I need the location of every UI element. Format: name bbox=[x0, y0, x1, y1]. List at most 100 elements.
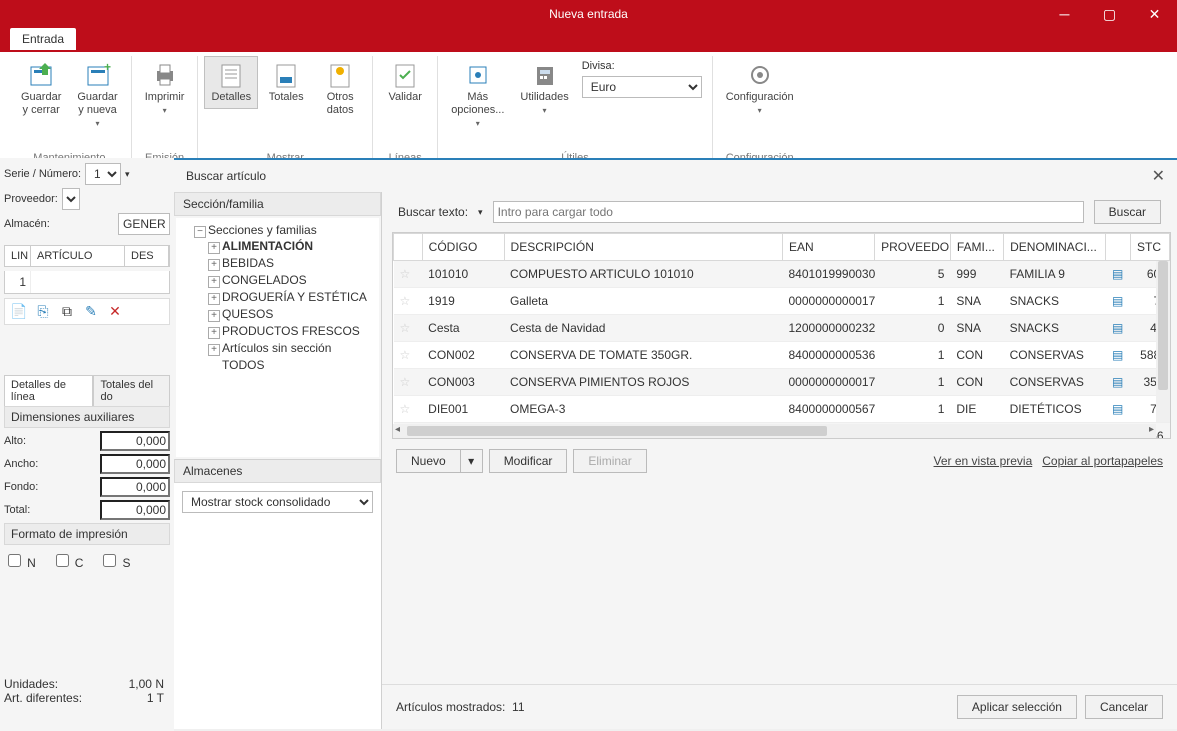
table-row[interactable]: ☆CON003CONSERVA PIMIENTOS ROJOS000000000… bbox=[394, 369, 1170, 396]
save-new-button[interactable]: + Guardar y nueva ▾ bbox=[70, 56, 124, 133]
copiar-portapapeles-link[interactable]: Copiar al portapapeles bbox=[1042, 454, 1163, 468]
divisa-label: Divisa: bbox=[582, 60, 702, 72]
window-title: Nueva entrada bbox=[549, 7, 628, 21]
tab-entrada[interactable]: Entrada bbox=[10, 28, 76, 50]
tree-item[interactable]: +QUESOS bbox=[208, 306, 375, 323]
formato-header: Formato de impresión bbox=[4, 523, 170, 545]
tree-item[interactable]: +BEBIDAS bbox=[208, 255, 375, 272]
detalles-button[interactable]: Detalles bbox=[204, 56, 258, 109]
minimize-button[interactable]: ─ bbox=[1042, 0, 1087, 28]
table-row[interactable]: ☆CON002CONSERVA DE TOMATE 350GR.84000000… bbox=[394, 342, 1170, 369]
col-articulo: ARTÍCULO bbox=[31, 246, 125, 266]
line-toolbar: 📄 ⎘ ⧉ ✎ ✕ bbox=[4, 298, 170, 325]
table-row[interactable]: ☆DIE001OMEGA-384000000005671DIEDIETÉTICO… bbox=[394, 396, 1170, 423]
buscar-button[interactable]: Buscar bbox=[1094, 200, 1161, 224]
nuevo-button[interactable]: Nuevo bbox=[396, 449, 461, 473]
dialog-close-icon[interactable]: ✕ bbox=[1152, 166, 1165, 186]
col-denominacion[interactable]: DENOMINACI... bbox=[1004, 234, 1106, 261]
tree-item[interactable]: +DROGUERÍA Y ESTÉTICA bbox=[208, 289, 375, 306]
alto-field[interactable] bbox=[100, 431, 170, 451]
edit-line-icon[interactable]: ✎ bbox=[81, 303, 101, 320]
card-icon[interactable]: ▤ bbox=[1106, 342, 1131, 369]
aplicar-seleccion-button[interactable]: Aplicar selección bbox=[957, 695, 1077, 719]
card-icon[interactable]: ▤ bbox=[1106, 288, 1131, 315]
tree-item[interactable]: +PRODUCTOS FRESCOS bbox=[208, 323, 375, 340]
title-bar: Nueva entrada ─ ▢ ✕ bbox=[0, 0, 1177, 28]
card-icon[interactable]: ▤ bbox=[1106, 261, 1131, 288]
dialog-title: Buscar artículo bbox=[186, 169, 1152, 183]
card-icon[interactable]: ▤ bbox=[1106, 369, 1131, 396]
buscar-articulo-dialog: Buscar artículo ✕ Sección/familia −Secci… bbox=[174, 158, 1177, 729]
almacenes-select[interactable]: Mostrar stock consolidado bbox=[182, 491, 373, 513]
vertical-scrollbar[interactable] bbox=[1156, 261, 1170, 422]
col-des: DES bbox=[125, 246, 169, 266]
horizontal-scrollbar[interactable]: ◂▸ bbox=[393, 424, 1156, 438]
validar-button[interactable]: Validar bbox=[379, 56, 431, 109]
card-icon[interactable]: ▤ bbox=[1106, 396, 1131, 423]
nuevo-dropdown[interactable]: ▾ bbox=[461, 449, 483, 473]
maximize-button[interactable]: ▢ bbox=[1087, 0, 1132, 28]
star-icon[interactable]: ☆ bbox=[394, 315, 423, 342]
search-input[interactable] bbox=[493, 201, 1084, 223]
document-form: Serie / Número: 1 ▾ Proveedor: Almacén: … bbox=[0, 158, 174, 731]
tree-item[interactable]: +Artículos sin sección bbox=[208, 340, 375, 357]
table-row[interactable]: ☆101010COMPUESTO ARTICULO 10101084010199… bbox=[394, 261, 1170, 288]
fondo-field[interactable] bbox=[100, 477, 170, 497]
otros-datos-button[interactable]: Otros datos bbox=[314, 56, 366, 122]
save-close-button[interactable]: Guardar y cerrar bbox=[14, 56, 68, 122]
chk-n[interactable]: N bbox=[4, 551, 36, 570]
serie-select[interactable]: 1 bbox=[85, 163, 121, 185]
paste-line-icon[interactable]: ⧉ bbox=[57, 303, 77, 320]
section-tree[interactable]: −Secciones y familias +ALIMENTACIÓN+BEBI… bbox=[176, 218, 379, 457]
total-label: Total: bbox=[4, 504, 30, 516]
articulos-mostrados: Artículos mostrados: 11 bbox=[396, 700, 957, 714]
proveedor-label: Proveedor: bbox=[4, 193, 58, 205]
serie-label: Serie / Número: bbox=[4, 168, 81, 180]
divisa-select[interactable]: Euro bbox=[582, 76, 702, 98]
col-ean[interactable]: EAN bbox=[783, 234, 875, 261]
tree-item[interactable]: TODOS bbox=[208, 357, 375, 373]
new-line-icon[interactable]: 📄 bbox=[9, 303, 29, 320]
tree-item[interactable]: +CONGELADOS bbox=[208, 272, 375, 289]
table-row[interactable]: ☆CestaCesta de Navidad12000000002320SNAS… bbox=[394, 315, 1170, 342]
table-row[interactable]: ☆1919Galleta00000000000171SNASNACKS▤7, bbox=[394, 288, 1170, 315]
chk-s[interactable]: S bbox=[99, 551, 130, 570]
star-icon[interactable]: ☆ bbox=[394, 342, 423, 369]
close-button[interactable]: ✕ bbox=[1132, 0, 1177, 28]
star-icon[interactable]: ☆ bbox=[394, 288, 423, 315]
art-diferentes-label: Art. diferentes: bbox=[4, 691, 82, 705]
star-icon[interactable]: ☆ bbox=[394, 261, 423, 288]
line-1[interactable]: 1 bbox=[5, 271, 31, 293]
mas-opciones-button[interactable]: Más opciones... ▾ bbox=[444, 56, 511, 133]
chk-c[interactable]: C bbox=[52, 551, 84, 570]
totales-button[interactable]: Totales bbox=[260, 56, 312, 109]
tree-item[interactable]: +ALIMENTACIÓN bbox=[208, 238, 375, 255]
col-lin: LIN bbox=[5, 246, 31, 266]
tab-detalles-linea[interactable]: Detalles de línea bbox=[4, 375, 93, 406]
star-icon[interactable]: ☆ bbox=[394, 396, 423, 423]
col-familia[interactable]: FAMI... bbox=[950, 234, 1003, 261]
utilidades-button[interactable]: Utilidades ▾ bbox=[513, 56, 575, 120]
articles-table[interactable]: CÓDIGO DESCRIPCIÓN EAN PROVEEDOR FAMI...… bbox=[393, 233, 1170, 439]
star-icon[interactable]: ☆ bbox=[394, 369, 423, 396]
cancelar-button[interactable]: Cancelar bbox=[1085, 695, 1163, 719]
col-stc[interactable]: STC bbox=[1131, 234, 1170, 261]
delete-line-icon[interactable]: ✕ bbox=[105, 303, 125, 320]
col-descripcion[interactable]: DESCRIPCIÓN bbox=[504, 234, 782, 261]
modificar-button[interactable]: Modificar bbox=[489, 449, 568, 473]
tab-totales-doc[interactable]: Totales del do bbox=[93, 375, 170, 406]
print-button[interactable]: Imprimir ▾ bbox=[138, 56, 192, 120]
ribbon: Guardar y cerrar + Guardar y nueva ▾ Man… bbox=[0, 52, 1177, 169]
almacen-field[interactable] bbox=[118, 213, 170, 235]
proveedor-select[interactable] bbox=[62, 188, 80, 210]
col-codigo[interactable]: CÓDIGO bbox=[422, 234, 504, 261]
vista-previa-link[interactable]: Ver en vista previa bbox=[934, 454, 1033, 468]
total-field[interactable] bbox=[100, 500, 170, 520]
ancho-field[interactable] bbox=[100, 454, 170, 474]
alto-label: Alto: bbox=[4, 435, 26, 447]
fondo-label: Fondo: bbox=[4, 481, 38, 493]
configuracion-button[interactable]: Configuración ▾ bbox=[719, 56, 801, 120]
card-icon[interactable]: ▤ bbox=[1106, 315, 1131, 342]
copy-line-icon[interactable]: ⎘ bbox=[33, 303, 53, 320]
col-proveedor[interactable]: PROVEEDOR bbox=[875, 234, 951, 261]
